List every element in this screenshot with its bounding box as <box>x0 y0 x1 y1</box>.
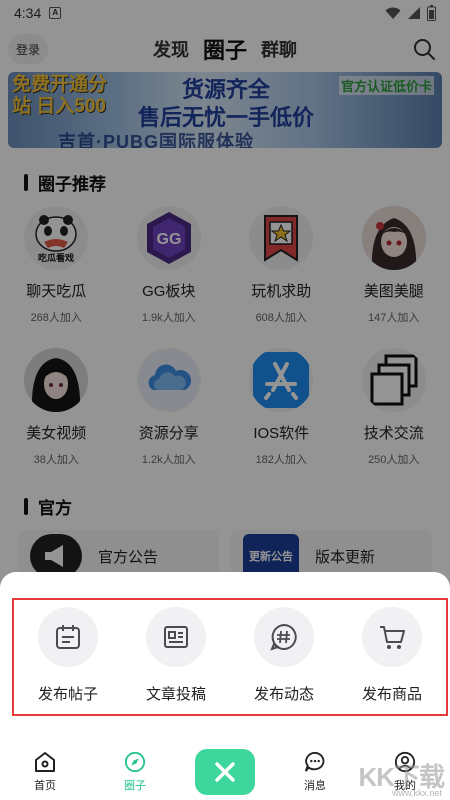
watermark-url: www.kkx.net <box>391 788 442 798</box>
publish-product-label: 发布商品 <box>361 686 422 703</box>
hashtag-bubble-icon <box>254 607 314 667</box>
compass-icon <box>124 751 146 773</box>
publish-post-label: 发布帖子 <box>37 686 98 703</box>
tab-home[interactable]: 首页 <box>0 751 90 793</box>
cart-icon <box>362 607 422 667</box>
tab-circle-label: 圈子 <box>124 780 146 792</box>
publish-moment-button[interactable]: 发布动态 <box>230 600 338 714</box>
home-icon <box>35 752 55 772</box>
submit-article-label: 文章投稿 <box>145 686 206 703</box>
publish-moment-label: 发布动态 <box>253 686 314 703</box>
tab-messages-label: 消息 <box>304 780 326 792</box>
publish-product-button[interactable]: 发布商品 <box>338 600 446 714</box>
submit-article-button[interactable]: 文章投稿 <box>122 600 230 714</box>
chat-icon <box>304 751 325 772</box>
tab-home-label: 首页 <box>34 780 56 792</box>
publish-actions-highlight: 发布帖子 文章投稿 发布动态 发布商品 <box>12 598 448 716</box>
tab-circle-bottom[interactable]: 圈子 <box>90 751 180 793</box>
close-sheet-button[interactable] <box>195 749 255 795</box>
article-icon <box>146 607 206 667</box>
close-icon <box>215 762 235 782</box>
publish-post-button[interactable]: 发布帖子 <box>14 600 122 714</box>
calendar-note-icon <box>38 607 98 667</box>
tab-messages[interactable]: 消息 <box>270 751 360 793</box>
